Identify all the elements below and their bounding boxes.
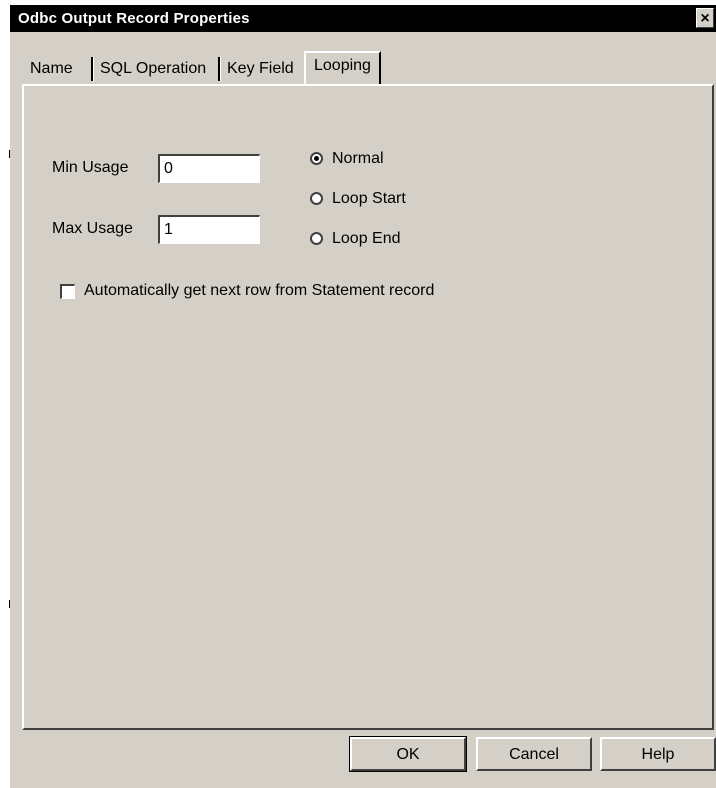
looping-tab-page: Min Usage 0 Max Usage 1 Normal Loop Star… [22, 84, 714, 730]
radio-selected-dot [314, 156, 319, 161]
tab-separator [91, 57, 94, 81]
dialog-window: Odbc Output Record Properties × Name SQL… [10, 5, 716, 788]
tab-key-field[interactable]: Key Field [227, 55, 294, 83]
normal-radio-label[interactable]: Normal [332, 150, 384, 168]
tab-strip: Name SQL Operation Key Field Looping [22, 51, 716, 85]
close-icon: × [700, 10, 710, 27]
tab-sql-operation[interactable]: SQL Operation [100, 55, 206, 83]
auto-next-row-label[interactable]: Automatically get next row from Statemen… [84, 282, 434, 300]
help-button[interactable]: Help [600, 737, 716, 771]
max-usage-label: Max Usage [52, 220, 133, 237]
normal-radio[interactable] [310, 152, 323, 165]
min-usage-input[interactable]: 0 [158, 154, 260, 183]
auto-next-row-checkbox[interactable] [60, 284, 75, 299]
close-button[interactable]: × [696, 8, 714, 28]
tab-looping[interactable]: Looping [304, 51, 381, 84]
ok-button[interactable]: OK [349, 736, 467, 772]
loop-start-radio[interactable] [310, 192, 323, 205]
cancel-button[interactable]: Cancel [476, 737, 592, 771]
loop-end-radio-label[interactable]: Loop End [332, 230, 401, 248]
tab-separator [218, 57, 221, 81]
max-usage-input[interactable]: 1 [158, 215, 260, 244]
tab-name[interactable]: Name [30, 55, 73, 83]
min-usage-label: Min Usage [52, 159, 129, 176]
title-bar[interactable]: Odbc Output Record Properties × [10, 5, 716, 32]
loop-end-radio[interactable] [310, 232, 323, 245]
window-title: Odbc Output Record Properties [18, 10, 250, 27]
loop-start-radio-label[interactable]: Loop Start [332, 190, 406, 208]
